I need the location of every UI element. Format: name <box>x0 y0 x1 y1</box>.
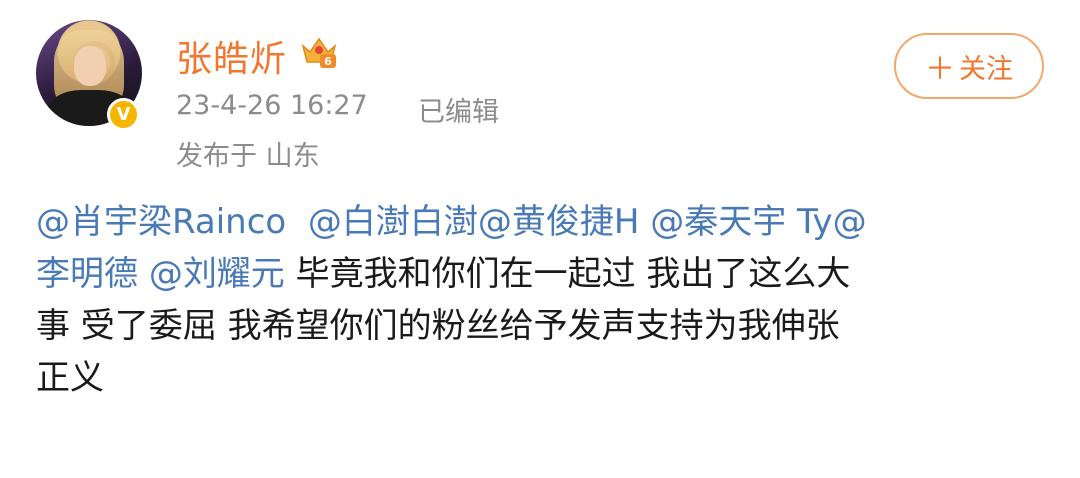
spacer-text <box>286 202 308 242</box>
content-line-1: @肖宇梁Rainco @白澍白澍@黄俊捷H @秦天宇 Ty@ <box>36 196 1046 248</box>
post-timestamp: 23-4-26 16:27 <box>176 90 368 121</box>
follow-button[interactable]: ＋ 关注 <box>894 33 1044 99</box>
crown-level-icon: 6 <box>301 37 337 68</box>
mention-link[interactable]: @白澍白澍 <box>308 202 478 242</box>
post-content: @肖宇梁Rainco @白澍白澍@黄俊捷H @秦天宇 Ty@ 李明德 @刘耀元 … <box>36 196 1046 404</box>
mention-link[interactable]: @刘耀元 <box>149 254 285 294</box>
follow-label: 关注 <box>959 53 1013 85</box>
weibo-post: V 张皓炘 6 23-4-26 16:27 已编辑 发布于 山东 ＋ 关注 @肖… <box>0 0 1080 478</box>
username[interactable]: 张皓炘 <box>176 30 287 82</box>
content-line-4: 正义 <box>36 358 104 398</box>
mention-link[interactable]: @肖宇梁Rainco <box>36 202 286 242</box>
edited-label[interactable]: 已编辑 <box>418 90 499 129</box>
mention-link[interactable]: @秦天宇 Ty@ <box>650 202 866 242</box>
plus-icon: ＋ <box>925 52 955 87</box>
crown-level-number: 6 <box>324 55 332 68</box>
avatar-face <box>74 46 106 86</box>
body-text: 毕竟我和你们在一起过 我出了这么大 <box>284 254 851 294</box>
post-location: 发布于 山东 <box>176 141 320 172</box>
spacer-text <box>639 202 650 242</box>
mention-link[interactable]: @黄俊捷H <box>478 202 640 242</box>
content-line-2: 李明德 @刘耀元 毕竟我和你们在一起过 我出了这么大 <box>36 248 1046 300</box>
mention-link[interactable]: 李明德 <box>36 254 138 294</box>
verified-badge-icon: V <box>107 98 140 131</box>
spacer-text <box>138 254 149 294</box>
content-line-3: 事 受了委屈 我希望你们的粉丝给予发声支持为我伸张 <box>36 306 840 346</box>
